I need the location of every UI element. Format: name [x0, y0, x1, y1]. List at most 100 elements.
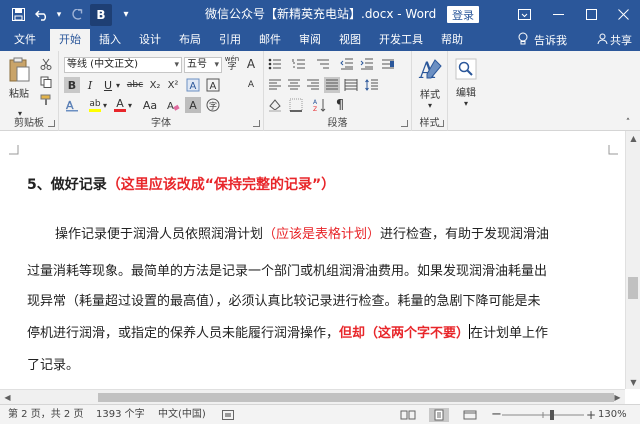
tell-me-input[interactable]: 告诉我: [534, 32, 567, 48]
styles-dropdown-icon: ▾: [427, 101, 432, 110]
phonetic-guide-icon[interactable]: wén 字: [224, 56, 240, 72]
change-case-button[interactable]: Aa: [139, 97, 161, 113]
format-painter-icon[interactable]: [38, 92, 54, 108]
zoom-in-button[interactable]: +: [586, 405, 596, 424]
align-center-icon[interactable]: [286, 77, 302, 93]
vertical-scroll-thumb[interactable]: [628, 277, 638, 299]
tab-file[interactable]: 文件: [0, 29, 50, 51]
multilevel-list-icon[interactable]: [315, 56, 331, 72]
paragraph-launcher-icon[interactable]: [401, 120, 408, 127]
maximize-icon[interactable]: [576, 0, 606, 29]
zoom-level[interactable]: 130%: [598, 405, 627, 424]
doc-line-4-tail: 在计划单上作: [470, 326, 549, 341]
char-shading-icon[interactable]: A: [185, 97, 201, 113]
minimize-icon[interactable]: [543, 0, 573, 29]
borders-icon[interactable]: [288, 97, 304, 113]
zoom-slider-thumb[interactable]: [550, 410, 554, 420]
login-button[interactable]: 登录: [447, 6, 479, 23]
qat-bold-button[interactable]: B: [90, 3, 112, 26]
grow-font-icon[interactable]: A: [243, 56, 259, 72]
increase-indent-icon[interactable]: [359, 56, 375, 72]
font-name-combo[interactable]: 等线 (中文正文): [64, 57, 182, 73]
align-right-icon[interactable]: [305, 77, 321, 93]
text-effects-dropdown-icon[interactable]: A: [64, 97, 80, 113]
tab-home[interactable]: 开始: [50, 29, 90, 51]
web-layout-icon[interactable]: [460, 408, 480, 422]
strikethrough-button[interactable]: abc: [125, 77, 145, 93]
justify-icon[interactable]: [324, 77, 340, 93]
distributed-icon[interactable]: [343, 77, 359, 93]
document-area[interactable]: 5、做好记录（这里应该改成“保持完整的记录”） 操作记录便于润滑人员依照润滑计划…: [0, 131, 625, 389]
save-icon[interactable]: [6, 3, 30, 27]
editing-group: 编辑 ▾: [448, 51, 484, 131]
ribbon-display-icon[interactable]: [509, 0, 539, 29]
tab-references[interactable]: 引用: [210, 29, 250, 51]
word-count[interactable]: 1393 个字: [96, 405, 145, 424]
tab-design[interactable]: 设计: [130, 29, 170, 51]
styles-launcher-icon[interactable]: [437, 120, 444, 127]
print-layout-icon[interactable]: [429, 408, 449, 422]
scroll-down-icon[interactable]: ▼: [626, 375, 640, 389]
paste-icon: [9, 57, 30, 81]
text-effects-icon[interactable]: A: [185, 77, 201, 93]
chinese-layout-icon[interactable]: [380, 56, 396, 72]
collapse-ribbon-icon[interactable]: ˄: [620, 115, 636, 131]
read-mode-icon[interactable]: [398, 408, 418, 422]
sort-icon[interactable]: AZ: [312, 97, 328, 113]
bullets-icon[interactable]: [267, 56, 283, 72]
cut-icon[interactable]: [38, 56, 54, 72]
numbering-icon[interactable]: [291, 56, 307, 72]
tab-developer[interactable]: 开发工具: [370, 29, 432, 51]
language-indicator[interactable]: 中文(中国): [158, 405, 206, 424]
font-size-combo[interactable]: 五号: [184, 57, 222, 73]
zoom-slider[interactable]: [502, 405, 584, 424]
status-bar: 第 2 页，共 2 页 1393 个字 中文(中国) − + 130%: [0, 404, 640, 424]
clear-formatting-icon[interactable]: A: [165, 97, 181, 113]
bold-button[interactable]: B: [64, 77, 80, 93]
close-icon[interactable]: [608, 0, 638, 29]
scroll-up-icon[interactable]: ▲: [626, 131, 640, 145]
subscript-button[interactable]: X₂: [147, 77, 163, 93]
undo-dropdown-icon[interactable]: ▾: [54, 3, 64, 27]
horizontal-scroll-thumb[interactable]: [98, 393, 614, 402]
underline-dropdown-icon[interactable]: ▾: [114, 77, 122, 93]
styles-button[interactable]: A 样式 ▾: [416, 55, 444, 111]
line-spacing-icon[interactable]: [364, 77, 380, 93]
highlight-dropdown-icon[interactable]: ▾: [101, 97, 109, 113]
superscript-button[interactable]: X²: [165, 77, 181, 93]
redo-icon[interactable]: [64, 3, 88, 27]
tab-review[interactable]: 审阅: [290, 29, 330, 51]
scroll-right-icon[interactable]: ▶: [610, 390, 625, 404]
title-bar: ▾ B ▾ 微信公众号【新精英充电站】.docx - Word 登录: [0, 0, 640, 29]
zoom-out-button[interactable]: −: [491, 405, 502, 424]
vertical-scrollbar[interactable]: ▲ ▼: [625, 131, 640, 389]
font-launcher-icon[interactable]: [253, 120, 260, 127]
shrink-font-icon[interactable]: A: [243, 77, 259, 93]
customize-qat-icon[interactable]: ▾: [114, 3, 138, 27]
tab-help[interactable]: 帮助: [432, 29, 472, 51]
tab-insert[interactable]: 插入: [90, 29, 130, 51]
show-marks-icon[interactable]: ¶: [332, 97, 348, 113]
editing-button[interactable]: 编辑 ▾: [452, 55, 480, 111]
copy-icon[interactable]: [38, 74, 54, 90]
page-count[interactable]: 第 2 页，共 2 页: [8, 405, 83, 424]
tab-mailings[interactable]: 邮件: [250, 29, 290, 51]
tab-layout[interactable]: 布局: [170, 29, 210, 51]
macro-record-icon[interactable]: [222, 410, 234, 420]
undo-icon[interactable]: [30, 3, 54, 27]
share-button[interactable]: 共享: [610, 32, 632, 48]
align-left-icon[interactable]: [267, 77, 283, 93]
italic-button[interactable]: I: [82, 77, 98, 93]
scroll-left-icon[interactable]: ◀: [0, 390, 15, 404]
enclose-characters-icon[interactable]: 字: [205, 97, 221, 113]
horizontal-scrollbar[interactable]: ◀ ▶: [0, 389, 625, 404]
clipboard-launcher-icon[interactable]: [48, 120, 55, 127]
tab-view[interactable]: 视图: [330, 29, 370, 51]
styles-label: 样式: [420, 90, 440, 101]
doc-line-3: 现异常（耗量超过设置的最高值），必须认真比较记录进行检查。耗量的急剧下降可能是未: [27, 290, 541, 309]
shading-icon[interactable]: [267, 97, 283, 113]
paste-button[interactable]: 粘贴: [6, 55, 32, 101]
font-color-dropdown-icon[interactable]: ▾: [126, 97, 134, 113]
char-border-icon[interactable]: A: [205, 77, 221, 93]
decrease-indent-icon[interactable]: [339, 56, 355, 72]
